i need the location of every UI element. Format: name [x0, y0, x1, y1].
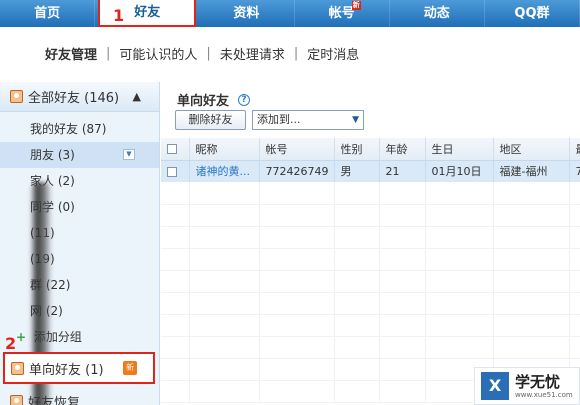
sidebar-item-friend-restore[interactable]: 好友恢复 — [10, 392, 80, 405]
all-friends-header[interactable]: 全部好友 (146) ▲ — [0, 82, 159, 112]
separator: | — [293, 46, 299, 61]
column-header: 年龄 — [379, 138, 426, 161]
sidebar-item-oneway-friends[interactable]: 单向好友 (1) 新 — [3, 352, 155, 384]
plus-icon: + — [16, 330, 27, 344]
select-all-checkbox[interactable] — [167, 144, 177, 155]
chevron-down-icon: ▼ — [352, 115, 359, 125]
watermark-logo: X 学无忧 www.xue51.com — [474, 367, 580, 405]
help-icon[interactable]: ? — [238, 93, 251, 106]
logo-url: www.xue51.com — [515, 390, 573, 399]
logo-mark: X — [481, 372, 509, 400]
column-header: 生日 — [425, 138, 494, 161]
group-item[interactable]: 我的好友 (87) — [0, 116, 159, 142]
add-group-button[interactable]: + 添加分组 — [0, 324, 159, 350]
column-header: 地区 — [493, 138, 570, 161]
age-cell: 21 — [379, 160, 426, 182]
tab-home[interactable]: 首页 — [0, 0, 96, 27]
subnav-friend-management[interactable]: 好友管理 — [45, 44, 97, 63]
table-row — [161, 226, 580, 249]
person-icon — [11, 361, 24, 375]
dropdown-arrow-icon[interactable]: ▼ — [123, 149, 135, 160]
group-item[interactable]: 朋友 (3) ▼ — [0, 142, 159, 168]
tab-account[interactable]: 帐号 新 — [295, 0, 390, 27]
group-item[interactable]: 网 (2) — [0, 298, 159, 324]
column-header: 最 — [569, 138, 580, 161]
group-item[interactable]: 家人 (2) — [0, 168, 159, 194]
group-item[interactable]: 同学 (0) — [0, 194, 159, 220]
new-badge: 新 — [123, 361, 137, 375]
separator: | — [206, 46, 211, 61]
friend-restore-label: 好友恢复 — [28, 396, 81, 405]
group-item[interactable]: 群 (22) — [0, 272, 159, 298]
all-friends-label: 全部好友 (146) — [28, 91, 120, 106]
delete-friend-button[interactable]: 删除好友 — [175, 110, 246, 130]
group-list: 我的好友 (87) 朋友 (3) ▼ 家人 (2) 同学 (0) (11) (1… — [0, 112, 159, 350]
add-to-group-value: 添加到... — [257, 113, 301, 126]
column-header: 性别 — [334, 138, 380, 161]
add-to-group-select[interactable]: 添加到... ▼ — [252, 110, 364, 130]
row-select-cell[interactable] — [161, 160, 190, 182]
group-item[interactable]: (19) — [0, 246, 159, 272]
region-cell: 福建-福州 — [493, 160, 570, 182]
group-item-label: 朋友 (3) — [30, 148, 75, 162]
table-row — [161, 182, 580, 205]
table-row — [161, 204, 580, 227]
logo-name: 学无忧 — [515, 372, 561, 391]
table-row — [161, 248, 580, 271]
tab-qq-group[interactable]: QQ群 — [485, 0, 580, 27]
table-row — [161, 270, 580, 293]
tab-feed[interactable]: 动态 — [390, 0, 485, 27]
person-icon — [10, 395, 23, 405]
page-title-text: 单向好友 — [177, 94, 230, 109]
nickname-link[interactable]: 诸神的黄... — [189, 160, 260, 182]
oneway-friends-label: 单向好友 (1) — [29, 362, 104, 378]
sub-nav: 好友管理 | 可能认识的人 | 未处理请求 | 定时消息 — [45, 44, 359, 63]
table-row — [161, 314, 580, 337]
person-icon — [10, 90, 23, 103]
column-header: 昵称 — [189, 138, 260, 161]
subnav-pending-requests[interactable]: 未处理请求 — [220, 44, 285, 63]
top-nav: 首页 好友 资料 帐号 新 动态 QQ群 — [0, 0, 580, 27]
logo-text: 学无忧 www.xue51.com — [515, 373, 573, 400]
subnav-scheduled-messages[interactable]: 定时消息 — [307, 44, 359, 63]
birthday-cell: 01月10日 — [425, 160, 494, 182]
group-item[interactable]: (11) — [0, 220, 159, 246]
select-all-cell[interactable] — [161, 138, 190, 161]
collapse-caret-icon[interactable]: ▲ — [133, 90, 141, 103]
step-1-marker: 1 — [113, 6, 125, 25]
table-header: 昵称 帐号 性别 年龄 生日 地区 最 — [161, 138, 580, 161]
last-cell: 7天 — [569, 160, 580, 182]
tab-profile[interactable]: 资料 — [199, 0, 295, 27]
column-header: 帐号 — [259, 138, 335, 161]
page-title: 单向好友 ? — [177, 90, 251, 109]
table-row[interactable]: 诸神的黄... 772426749 男 21 01月10日 福建-福州 7天 — [161, 160, 580, 182]
oneway-friends-table: 昵称 帐号 性别 年龄 生日 地区 最 诸神的黄... 772426749 男 … — [161, 138, 580, 403]
new-badge: 新 — [351, 1, 361, 10]
step-2-marker: 2 — [5, 334, 17, 353]
account-cell: 772426749 — [259, 160, 335, 182]
table-row — [161, 292, 580, 315]
row-checkbox[interactable] — [167, 166, 177, 177]
main-panel: 单向好友 ? 删除好友 添加到... ▼ 昵称 帐号 性别 年龄 生日 地区 最… — [161, 82, 580, 405]
subnav-people-you-may-know[interactable]: 可能认识的人 — [119, 44, 197, 63]
table-row — [161, 336, 580, 359]
gender-cell: 男 — [334, 160, 380, 182]
separator: | — [106, 46, 111, 61]
